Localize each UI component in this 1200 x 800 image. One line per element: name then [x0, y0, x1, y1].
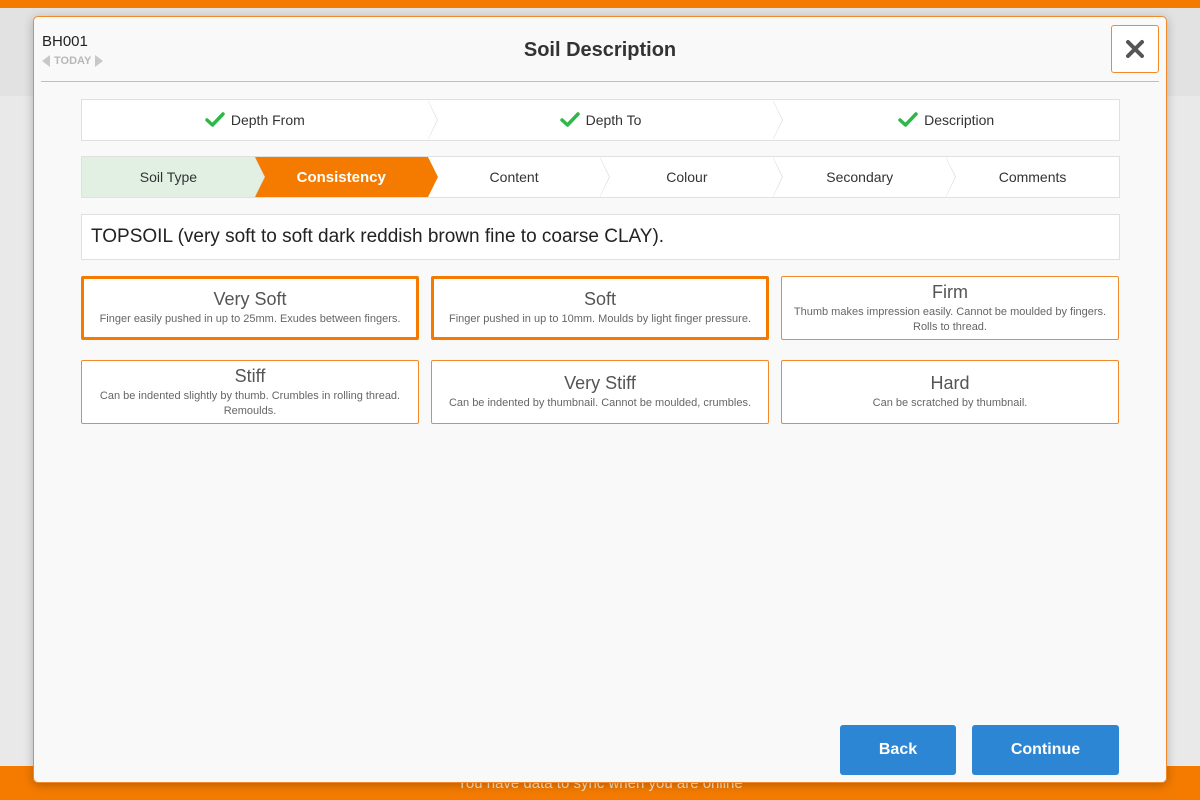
continue-button[interactable]: Continue [972, 725, 1119, 775]
app-top-strip [0, 0, 1200, 8]
tab-content[interactable]: Content [428, 157, 611, 197]
option-label: Stiff [234, 365, 266, 386]
modal-header: BH001 TODAY Soil Description [34, 17, 1166, 83]
option-hard[interactable]: Hard Can be scratched by thumbnail. [781, 360, 1119, 424]
tab-colour[interactable]: Colour [600, 157, 784, 197]
close-icon [1126, 40, 1144, 58]
tab-soil-type[interactable]: Soil Type [82, 157, 265, 197]
tab-comments[interactable]: Comments [946, 157, 1119, 197]
option-description: Finger easily pushed in up to 25mm. Exud… [99, 313, 401, 325]
tab-label: Colour [666, 169, 708, 185]
option-description: Thumb makes impression easily. Cannot be… [793, 305, 1107, 333]
tab-label: Secondary [826, 169, 894, 185]
option-firm[interactable]: Firm Thumb makes impression easily. Cann… [781, 276, 1119, 340]
option-description: Can be indented by thumbnail. Cannot be … [448, 397, 752, 409]
progress-step-label: Description [924, 112, 995, 128]
option-label: Very Stiff [564, 373, 636, 393]
option-label: Hard [930, 373, 970, 393]
close-button[interactable] [1111, 25, 1159, 73]
back-button[interactable]: Back [840, 725, 956, 775]
option-description: Finger pushed in up to 10mm. Moulds by l… [448, 313, 752, 325]
description-tabs: Soil Type Consistency Content Colour Sec… [81, 156, 1120, 198]
soil-description-modal: BH001 TODAY Soil Description Depth From … [33, 16, 1167, 783]
option-description: Can be scratched by thumbnail. [872, 397, 1028, 409]
tab-label: Comments [998, 169, 1067, 185]
option-label: Firm [932, 281, 968, 302]
tab-label: Consistency [296, 168, 386, 186]
option-soft[interactable]: Soft Finger pushed in up to 10mm. Moulds… [431, 276, 769, 340]
option-stiff[interactable]: Stiff Can be indented slightly by thumb.… [81, 360, 419, 424]
option-label: Very Soft [213, 289, 287, 309]
tab-consistency[interactable]: Consistency [254, 157, 438, 197]
option-description: Can be indented slightly by thumb. Crumb… [99, 389, 401, 417]
progress-steps: Depth From Depth To Description [81, 99, 1120, 141]
checkmark-icon [559, 112, 580, 127]
progress-step-description[interactable]: Description [773, 100, 1119, 140]
progress-step-label: Depth From [230, 112, 305, 128]
progress-step-label: Depth To [585, 112, 642, 128]
consistency-options: Very Soft Finger easily pushed in up to … [81, 276, 1120, 424]
option-very-soft[interactable]: Very Soft Finger easily pushed in up to … [81, 276, 419, 340]
tab-secondary[interactable]: Secondary [773, 157, 956, 197]
progress-step-depth-to[interactable]: Depth To [428, 100, 784, 140]
option-label: Soft [583, 289, 617, 309]
option-very-stiff[interactable]: Very Stiff Can be indented by thumbnail.… [431, 360, 769, 424]
tab-label: Content [489, 169, 539, 185]
checkmark-icon [205, 112, 225, 127]
modal-title: Soil Description [523, 39, 677, 61]
progress-step-depth-from[interactable]: Depth From [82, 100, 438, 140]
header-divider [41, 81, 1159, 82]
checkmark-icon [898, 112, 918, 127]
soil-description-preview: TOPSOIL (very soft to soft dark reddish … [81, 214, 1120, 260]
tab-label: Soil Type [139, 169, 198, 185]
